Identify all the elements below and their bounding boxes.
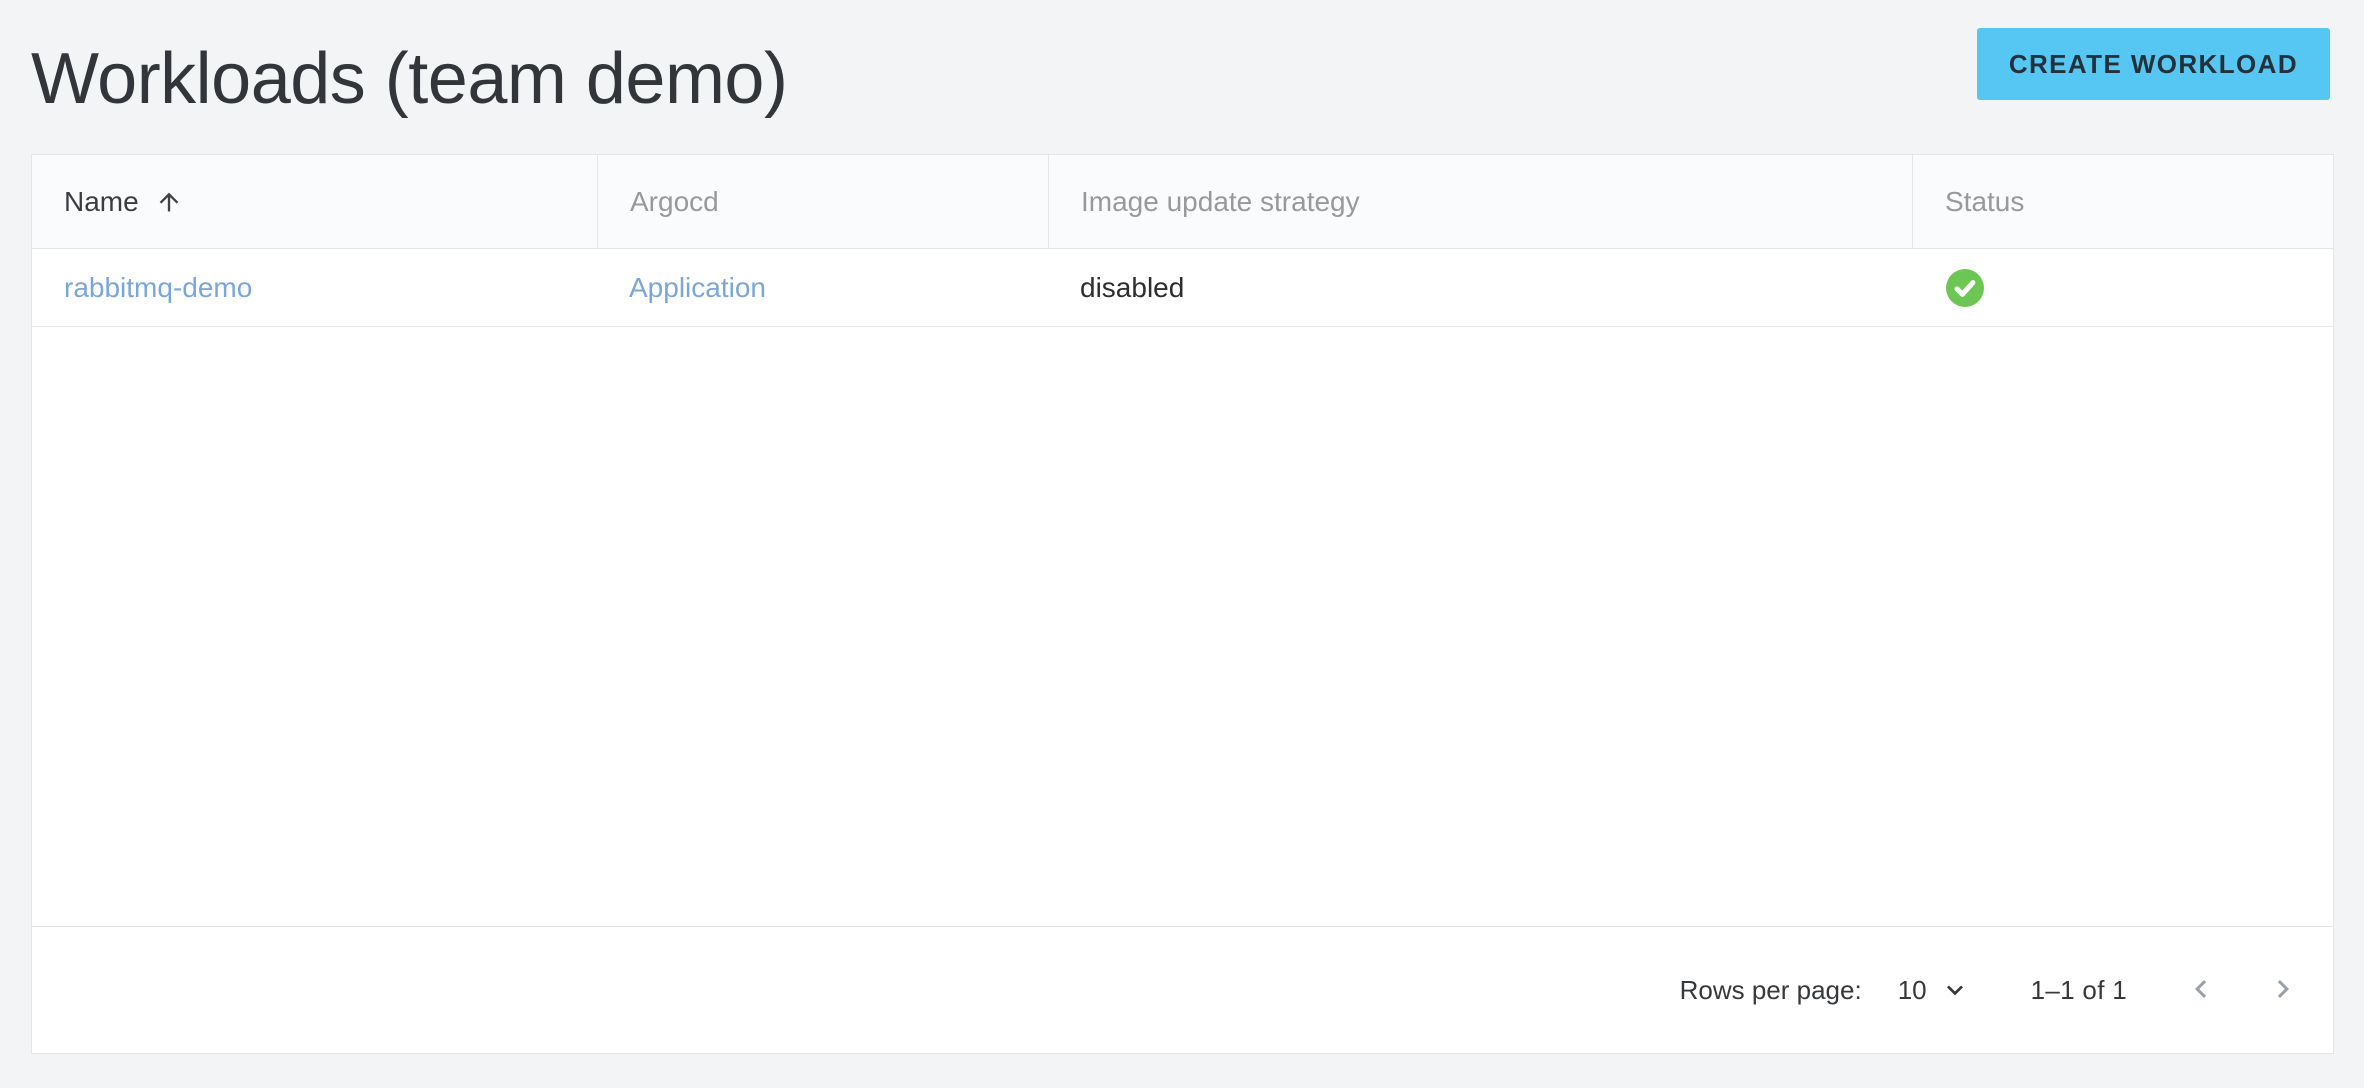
- pagination-bar: Rows per page: 10 1–1 of 1: [32, 926, 2333, 1053]
- argocd-application-link[interactable]: Application: [629, 272, 766, 304]
- cell-name: rabbitmq-demo: [32, 249, 597, 326]
- table-header-row: Name Argocd Image update strategy Status: [32, 155, 2333, 249]
- previous-page-button[interactable]: [2177, 966, 2225, 1014]
- column-header-status: Status: [1912, 155, 2333, 248]
- next-page-button[interactable]: [2259, 966, 2307, 1014]
- rows-per-page-label: Rows per page:: [1680, 975, 1862, 1006]
- rows-per-page-select[interactable]: 10: [1898, 974, 1971, 1006]
- column-header-image-update-strategy-label: Image update strategy: [1081, 186, 1360, 218]
- workloads-page: { "page": { "title": "Workloads (team de…: [0, 0, 2364, 1088]
- column-header-status-label: Status: [1945, 186, 2024, 218]
- workload-name-link[interactable]: rabbitmq-demo: [64, 272, 252, 304]
- workloads-table-card: Name Argocd Image update strategy Status…: [31, 154, 2334, 1054]
- column-header-name-label: Name: [64, 186, 139, 218]
- create-workload-button[interactable]: CREATE WORKLOAD: [1977, 28, 2330, 100]
- cell-image-update-strategy: disabled: [1048, 249, 1912, 326]
- page-header: Workloads (team demo) CREATE WORKLOAD: [0, 0, 2364, 154]
- column-header-image-update-strategy: Image update strategy: [1048, 155, 1912, 248]
- status-check-circle-icon: [1946, 269, 1984, 307]
- column-header-name[interactable]: Name: [32, 155, 597, 248]
- image-update-strategy-value: disabled: [1080, 272, 1184, 304]
- pagination-range-label: 1–1 of 1: [2031, 975, 2127, 1006]
- table-empty-area: [32, 327, 2333, 926]
- page-title: Workloads (team demo): [31, 40, 787, 119]
- cell-argocd: Application: [597, 249, 1048, 326]
- column-header-argocd-label: Argocd: [630, 186, 719, 218]
- cell-status: [1912, 249, 2333, 326]
- chevron-down-icon: [1939, 974, 1971, 1006]
- column-header-argocd: Argocd: [597, 155, 1048, 248]
- table-row: rabbitmq-demo Application disabled: [32, 249, 2333, 327]
- chevron-left-icon: [2183, 971, 2219, 1010]
- sort-ascending-icon: [155, 188, 183, 216]
- rows-per-page-value: 10: [1898, 975, 1927, 1006]
- chevron-right-icon: [2265, 971, 2301, 1010]
